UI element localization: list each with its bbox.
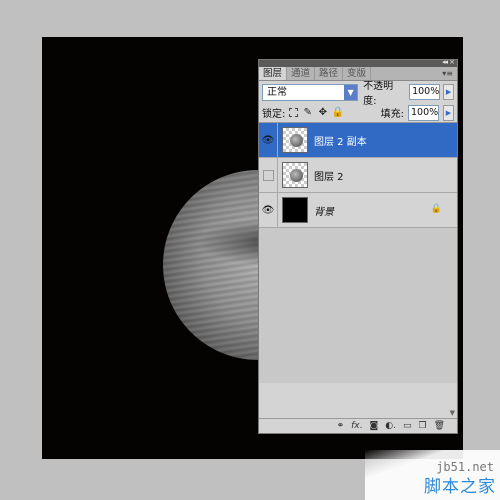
lock-all-icon[interactable]: 🔒 (332, 107, 344, 118)
eye-icon: 👁 (261, 204, 275, 216)
tab-variants[interactable]: 变版 (343, 67, 372, 80)
chevron-down-icon[interactable]: ▼ (344, 84, 358, 100)
fill-label: 填充: (380, 109, 404, 120)
layer-row[interactable]: 图层 2 (259, 158, 457, 193)
trash-icon[interactable]: 🗑 (434, 420, 445, 432)
adjustment-icon[interactable]: ◐. (385, 420, 396, 432)
layer-thumbnail (282, 162, 308, 188)
lock-pixels-brush-icon[interactable]: ✎ (302, 107, 313, 118)
scroll-down-icon[interactable]: ▼ (450, 409, 455, 417)
lock-row: 锁定: ✎ ✥ 🔒 填充: 100% ▶ (259, 103, 457, 123)
blend-mode-select[interactable]: 正常 ▼ (262, 83, 359, 101)
watermark-name: 脚本之家 (424, 477, 496, 497)
visibility-toggle[interactable]: 👁 (259, 123, 278, 157)
layer-thumbnail (282, 197, 308, 223)
mask-icon[interactable]: ◙ (370, 420, 379, 432)
lock-label: 锁定: (262, 109, 286, 120)
link-icon[interactable]: ⚭ (337, 420, 345, 432)
fill-input[interactable]: 100% (408, 104, 439, 121)
blend-mode-value: 正常 (267, 86, 287, 98)
fx-icon[interactable]: fx. (351, 420, 362, 432)
layer-name[interactable]: 背景 (314, 203, 334, 218)
lock-transparency-icon[interactable] (289, 108, 299, 117)
eye-hidden-icon (262, 169, 274, 181)
fill-slider-button[interactable]: ▶ (443, 104, 454, 121)
lock-position-move-icon[interactable]: ✥ (317, 107, 328, 118)
visibility-toggle[interactable] (259, 158, 278, 192)
panel-title-bar[interactable]: ◂◂ × (259, 58, 457, 67)
layer-name[interactable]: 图层 2 副本 (314, 133, 367, 148)
layer-row[interactable]: 👁 背景 🔒 (259, 193, 457, 228)
opacity-input[interactable]: 100% (409, 84, 441, 100)
panel-menu-icon[interactable]: ▾≡ (442, 69, 453, 78)
panel-bottom-bar: ⚭ fx. ◙ ◐. ▭ ❐ 🗑 (259, 418, 457, 433)
layers-list: 👁 图层 2 副本 图层 2 👁 背景 🔒 (259, 123, 457, 383)
lock-icon: 🔒 (430, 204, 442, 214)
close-icon[interactable]: × (449, 58, 455, 66)
opacity-slider-button[interactable]: ▶ (443, 84, 454, 100)
opacity-label: 不透明度: (363, 81, 394, 107)
visibility-toggle[interactable]: 👁 (259, 193, 278, 227)
eye-icon: 👁 (261, 134, 275, 146)
tab-paths[interactable]: 路径 (315, 67, 344, 80)
layer-row[interactable]: 👁 图层 2 副本 (259, 123, 457, 158)
tab-layers[interactable]: 图层 (259, 67, 288, 80)
layer-name[interactable]: 图层 2 (314, 168, 344, 183)
layer-thumbnail (282, 127, 308, 153)
group-icon[interactable]: ▭ (403, 420, 412, 432)
blend-row: 正常 ▼ 不透明度: 100% ▶ (259, 81, 457, 107)
layers-panel: ◂◂ × 图层 通道 路径 变版 ▾≡ 正常 ▼ 不透明度: 100% ▶ 锁定… (258, 58, 458, 434)
new-layer-icon[interactable]: ❐ (418, 420, 426, 432)
panel-tabs: 图层 通道 路径 变版 ▾≡ (259, 67, 457, 81)
collapse-icon[interactable]: ◂◂ (442, 58, 448, 66)
tab-channels[interactable]: 通道 (287, 67, 316, 80)
